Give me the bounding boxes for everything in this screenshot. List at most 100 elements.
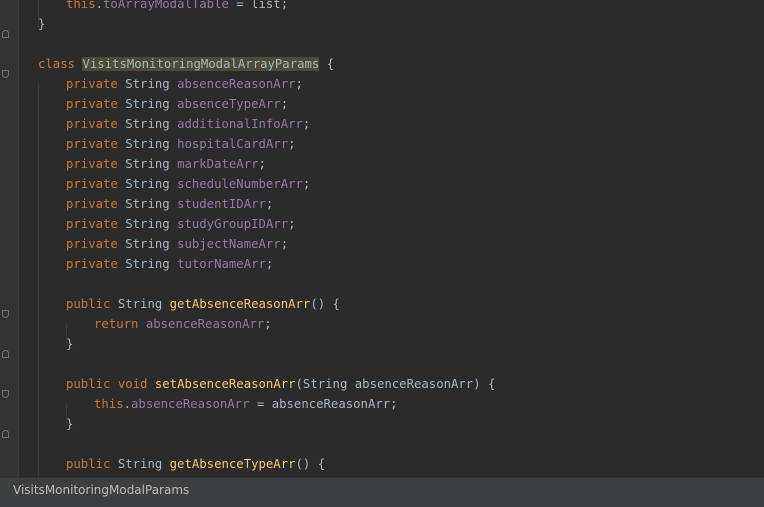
code-line[interactable]: private String absenceReasonArr;: [66, 74, 303, 94]
code-line[interactable]: this.absenceReasonArr = absenceReasonArr…: [94, 394, 398, 414]
code-token: studentIDArr: [177, 197, 266, 211]
code-token: String: [125, 77, 178, 91]
code-token: String: [125, 117, 178, 131]
code-token: String: [125, 97, 178, 111]
code-token: getAbsenceReasonArr: [169, 297, 311, 311]
code-line[interactable]: }: [66, 414, 73, 434]
code-token: }: [66, 417, 74, 431]
code-token: ;: [264, 317, 272, 331]
code-token: = list;: [228, 0, 289, 11]
code-token: toArrayModalTable: [103, 0, 229, 11]
code-token: private: [66, 177, 126, 191]
code-token: .: [95, 0, 104, 11]
fold-start-icon[interactable]: [2, 70, 9, 78]
code-line[interactable]: private String subjectNameArr;: [66, 234, 288, 254]
code-line[interactable]: private String studentIDArr;: [66, 194, 273, 214]
code-token: studyGroupIDArr: [177, 217, 289, 231]
code-line[interactable]: private String additionalInfoArr;: [66, 114, 310, 134]
code-token: private: [66, 117, 126, 131]
code-token: tutorNameArr: [177, 257, 266, 271]
breadcrumb[interactable]: VisitsMonitoringModalParams: [13, 483, 189, 497]
code-token: getAbsenceTypeArr: [169, 457, 296, 471]
code-token: String: [125, 177, 178, 191]
code-line[interactable]: private String tutorNameArr;: [66, 254, 273, 274]
code-token: private: [66, 257, 126, 271]
code-token: ;: [302, 177, 311, 191]
code-token: ;: [280, 97, 289, 111]
code-token: () {: [310, 297, 340, 311]
code-token: .: [123, 397, 132, 411]
code-token: String: [125, 217, 178, 231]
code-token: ;: [288, 217, 296, 231]
code-token: void: [117, 377, 155, 391]
code-line[interactable]: }: [38, 14, 45, 34]
code-token: String: [125, 237, 178, 251]
code-token: markDateArr: [177, 157, 259, 171]
indent-guide: [38, 84, 39, 477]
code-line[interactable]: private String hospitalCardArr;: [66, 134, 296, 154]
code-token: ;: [265, 197, 274, 211]
code-token: subjectNameArr: [177, 237, 281, 251]
code-token: this: [94, 397, 124, 411]
code-token: private: [66, 157, 126, 171]
fold-end-icon[interactable]: [2, 430, 9, 438]
code-token: absenceReasonArr: [145, 317, 265, 331]
code-token: public: [66, 457, 118, 471]
code-token: String: [117, 297, 170, 311]
code-token: additionalInfoArr: [177, 117, 303, 131]
code-token: = absenceReasonArr;: [249, 397, 398, 411]
fold-end-icon[interactable]: [2, 30, 9, 38]
code-token: setAbsenceReasonArr: [154, 377, 296, 391]
code-token: {: [319, 57, 335, 71]
code-line[interactable]: public void setAbsenceReasonArr(String a…: [66, 374, 495, 394]
code-token: String: [117, 457, 170, 471]
code-editor[interactable]: this.toArrayModalTable = list;} class Vis…: [0, 0, 764, 477]
code-line[interactable]: this.toArrayModalTable = list;: [66, 0, 288, 14]
code-token: ;: [302, 117, 311, 131]
code-line[interactable]: private String absenceTypeArr;: [66, 94, 288, 114]
code-line[interactable]: }: [66, 334, 73, 354]
code-token: (String absenceReasonArr) {: [295, 377, 496, 391]
code-token: private: [66, 197, 126, 211]
code-token: }: [38, 17, 46, 31]
code-token: absenceReasonArr: [131, 397, 250, 411]
code-token: ;: [280, 237, 289, 251]
code-token: String: [125, 137, 178, 151]
code-token: private: [66, 137, 126, 151]
code-token: String: [125, 257, 178, 271]
code-token: private: [66, 217, 126, 231]
code-token: VisitsMonitoringModalArrayParams: [82, 57, 320, 71]
code-token: return: [94, 317, 146, 331]
code-line[interactable]: public String getAbsenceTypeArr() {: [66, 454, 325, 474]
navigation-bar: VisitsMonitoringModalParams: [0, 477, 764, 507]
code-line[interactable]: class VisitsMonitoringModalArrayParams {: [38, 54, 334, 74]
code-token: }: [66, 337, 74, 351]
code-line[interactable]: public String getAbsenceReasonArr() {: [66, 294, 340, 314]
code-token: private: [66, 97, 126, 111]
code-token: private: [66, 237, 126, 251]
code-token: String: [125, 157, 178, 171]
code-token: ;: [258, 157, 266, 171]
code-token: private: [66, 77, 126, 91]
code-token: absenceTypeArr: [177, 97, 281, 111]
fold-start-icon[interactable]: [2, 310, 9, 318]
code-token: ;: [288, 137, 296, 151]
code-token: hospitalCardArr: [177, 137, 289, 151]
code-token: absenceReasonArr: [177, 77, 296, 91]
code-token: ;: [265, 257, 274, 271]
code-token: () {: [295, 457, 326, 471]
code-token: public: [66, 297, 118, 311]
code-token: scheduleNumberArr: [177, 177, 303, 191]
fold-end-icon[interactable]: [2, 350, 9, 358]
code-token: ;: [295, 77, 303, 91]
editor-gutter[interactable]: [0, 0, 19, 477]
code-token: class: [38, 57, 83, 71]
code-line[interactable]: private String scheduleNumberArr;: [66, 174, 310, 194]
code-token: this: [66, 0, 96, 11]
code-line[interactable]: return absenceReasonArr;: [94, 314, 272, 334]
code-line[interactable]: private String markDateArr;: [66, 154, 266, 174]
code-token: public: [66, 377, 118, 391]
code-token: String: [125, 197, 178, 211]
fold-start-icon[interactable]: [2, 390, 9, 398]
code-line[interactable]: private String studyGroupIDArr;: [66, 214, 296, 234]
